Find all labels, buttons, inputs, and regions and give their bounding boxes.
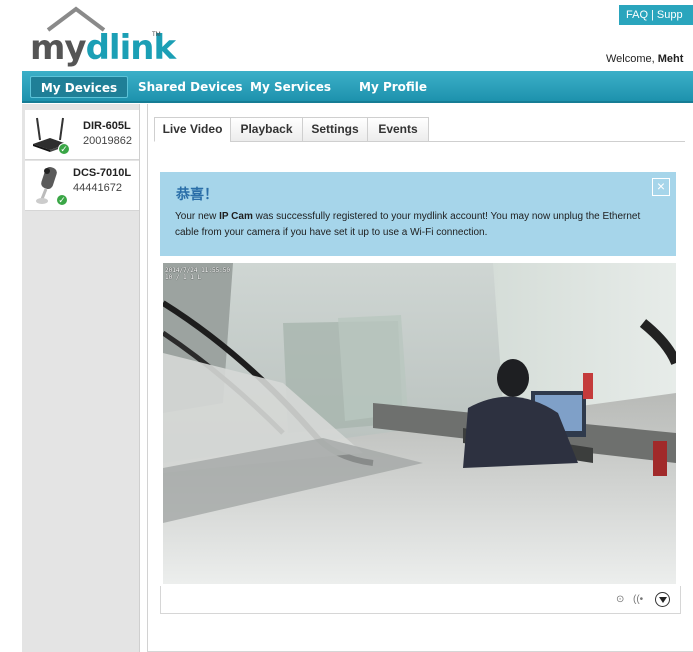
device-sidebar: ✓ DIR-605L 20019862 ✓ DCS-7010L 44441672 (22, 104, 140, 652)
tab-playback[interactable]: Playback (230, 117, 303, 142)
welcome-prefix: Welcome, (606, 53, 655, 65)
device-item-router[interactable]: ✓ DIR-605L 20019862 (25, 110, 139, 160)
nav-shared-devices[interactable]: Shared Devices (138, 76, 243, 98)
video-timestamp: 2014/7/24 11:55:50 10 / 1 1 L (165, 267, 231, 281)
nav-my-services[interactable]: My Services (250, 76, 331, 98)
alert-text-before: Your new (175, 211, 220, 222)
welcome-message: Welcome, Meht (606, 53, 683, 65)
nav-my-profile[interactable]: My Profile (359, 76, 427, 98)
audio-icon[interactable]: ((• (633, 594, 643, 605)
main-nav: My Devices Shared Devices My Services My… (22, 71, 693, 103)
mydlink-logo[interactable]: mydlink TM (30, 6, 176, 68)
registration-success-alert: 恭喜！ Your new IP Cam was successfully reg… (160, 172, 676, 256)
check-icon: ✓ (56, 194, 68, 206)
nav-my-devices[interactable]: My Devices (30, 76, 128, 98)
device-item-camera[interactable]: ✓ DCS-7010L 44441672 (25, 161, 139, 211)
chevron-down-icon[interactable] (655, 592, 670, 607)
zoom-icon[interactable]: ⊙ (616, 594, 624, 605)
top-links-bar: FAQ | Supp (619, 5, 693, 25)
alert-message: Your new IP Cam was successfully registe… (175, 209, 655, 241)
trademark-mark: TM (152, 32, 161, 38)
device-id: 44441672 (73, 182, 122, 194)
alert-text-bold: IP Cam (219, 211, 253, 222)
welcome-username: Meht (657, 53, 684, 65)
link-separator: | (651, 9, 654, 21)
video-controls: ⊙ ((• (160, 586, 681, 614)
alert-title: 恭喜！ (176, 187, 218, 203)
tab-live-video[interactable]: Live Video (154, 117, 231, 142)
close-icon[interactable]: × (652, 178, 670, 196)
content-divider (147, 104, 148, 652)
device-name: DCS-7010L (73, 167, 132, 179)
device-name: DIR-605L (83, 120, 131, 132)
support-link[interactable]: Supp (657, 9, 683, 21)
check-icon: ✓ (58, 143, 70, 155)
tab-events[interactable]: Events (367, 117, 429, 142)
device-id: 20019862 (83, 135, 132, 147)
video-frame (163, 263, 676, 584)
tab-settings[interactable]: Settings (302, 117, 368, 142)
live-video-feed[interactable]: 2014/7/24 11:55:50 10 / 1 1 L (163, 263, 676, 584)
faq-link[interactable]: FAQ (626, 9, 648, 21)
